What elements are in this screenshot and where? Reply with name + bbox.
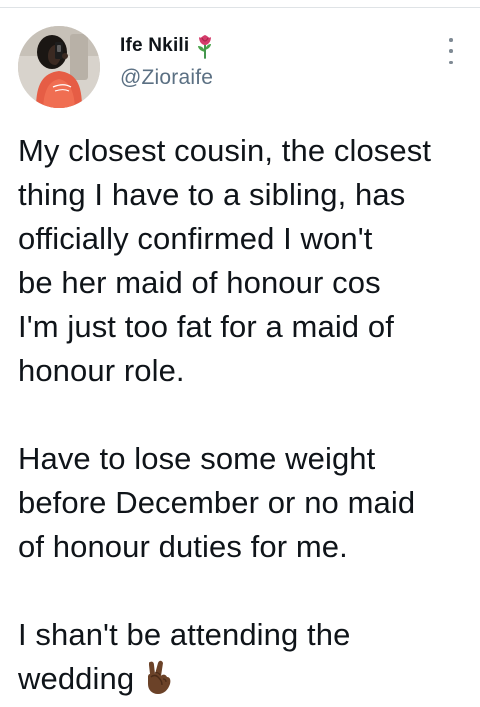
rose-icon [196,33,214,59]
victory-hand-icon [144,659,172,695]
more-vertical-icon [449,60,453,64]
tweet-text-line: I'm just too fat for a maid of [18,309,394,344]
tweet-text-fragment: wedding [18,661,135,696]
more-vertical-icon [449,38,453,42]
tweet-text-line: My closest cousin, the closest [18,133,432,168]
author-name-row: Ife Nkili [120,33,214,59]
tweet-header: Ife Nkili @Zioraife [120,33,214,90]
divider [0,7,480,8]
tweet-text-line: thing I have to a sibling, has [18,177,406,212]
tweet-text-line: honour role. [18,353,185,388]
author-display-name[interactable]: Ife Nkili [120,35,189,57]
tweet-text-line: be her maid of honour cos [18,265,381,300]
tweet-text-line: I shan't be attending the [18,617,351,652]
tweet-text-line: of honour duties for me. [18,529,348,564]
tweet-paragraph: Have to lose some weight before December… [18,437,470,569]
tweet-paragraph: My closest cousin, the closest thing I h… [18,129,470,393]
tweet-text-line: officially confirmed I won't [18,221,373,256]
more-vertical-icon [449,49,453,53]
tweet-card: Ife Nkili @Zioraife My closest cousin, t… [0,0,480,696]
tweet-text-line-last: wedding [18,657,470,701]
tweet-paragraph: I shan't be attending the wedding [18,613,470,701]
tweet-text-line: before December or no maid [18,485,416,520]
more-options-button[interactable] [440,38,462,64]
author-handle[interactable]: @Zioraife [120,66,214,90]
tweet-text: My closest cousin, the closest thing I h… [18,129,470,701]
avatar[interactable] [18,26,100,108]
tweet-text-line: Have to lose some weight [18,441,376,476]
